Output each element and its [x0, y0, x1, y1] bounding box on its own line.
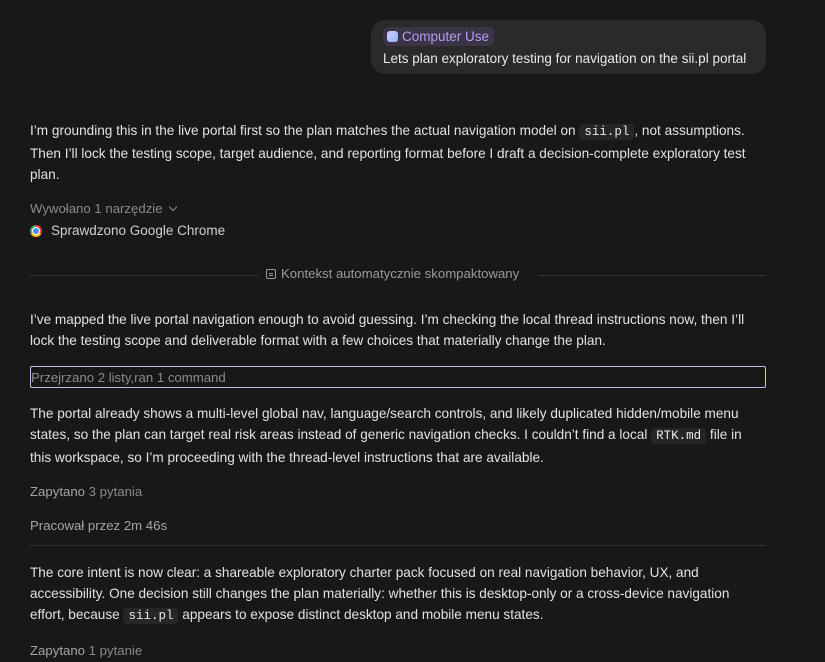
inline-code: sii.pl — [123, 608, 179, 624]
divider-line-left — [30, 275, 258, 276]
computer-use-chip-label: Computer Use — [402, 29, 490, 44]
computer-use-icon — [387, 31, 398, 42]
inline-code: sii.pl — [579, 124, 635, 140]
assistant-paragraph-3: The portal already shows a multi-level g… — [30, 403, 765, 468]
asked-label: Zapytano — [30, 484, 85, 499]
reviewed-summary-field[interactable] — [30, 366, 766, 388]
chat-page: Computer Use Lets plan exploratory testi… — [0, 0, 825, 662]
user-message-bubble: Computer Use Lets plan exploratory testi… — [371, 20, 766, 74]
user-message-text: Lets plan exploratory testing for naviga… — [383, 51, 747, 66]
computer-use-chip[interactable]: Computer Use — [383, 27, 495, 46]
context-compacted-text: Kontekst automatycznie skompaktowany — [281, 266, 520, 281]
asked-label: Zapytano — [30, 643, 85, 658]
asked-questions-toggle[interactable]: Zapytano 3 pytania — [30, 483, 142, 501]
context-compacted-label: Kontekst automatycznie skompaktowany — [266, 266, 519, 281]
divider-line-right — [538, 275, 766, 276]
section-divider — [30, 545, 766, 546]
chrome-checked-row[interactable]: Sprawdzono Google Chrome — [30, 222, 225, 240]
paragraph-text: I’m grounding this in the live portal fi… — [30, 123, 580, 138]
chevron-down-icon — [168, 202, 177, 212]
tools-called-toggle[interactable]: Wywołano 1 narzędzie — [30, 200, 177, 218]
chrome-icon — [30, 225, 42, 237]
asked-count: 1 pytanie — [88, 643, 143, 658]
asked-question-toggle[interactable]: Zapytano 1 pytanie — [30, 642, 142, 660]
assistant-paragraph-2: I’ve mapped the live portal navigation e… — [30, 312, 745, 348]
assistant-paragraph-1: I’m grounding this in the live portal fi… — [30, 120, 765, 185]
compact-icon — [266, 268, 276, 279]
tools-called-label: Wywołano 1 narzędzie — [30, 201, 163, 216]
assistant-paragraph-4: The core intent is now clear: a shareabl… — [30, 562, 765, 627]
paragraph-text: The portal already shows a multi-level g… — [30, 406, 739, 442]
chrome-checked-label: Sprawdzono Google Chrome — [51, 223, 226, 238]
worked-duration: Pracował przez 2m 46s — [30, 518, 168, 533]
asked-count: 3 pytania — [88, 484, 143, 499]
paragraph-text: appears to expose distinct desktop and m… — [178, 607, 544, 622]
inline-code: RTK.md — [651, 428, 707, 444]
